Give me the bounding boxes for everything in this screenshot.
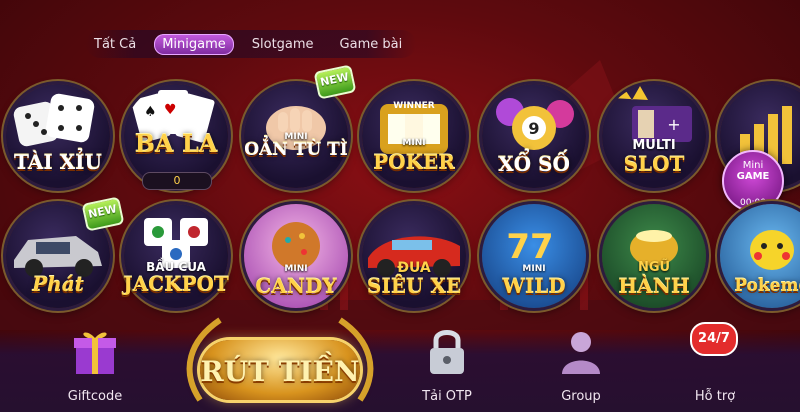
game-title: SLOT (623, 152, 685, 176)
game-title: CANDY (255, 274, 337, 298)
game-pokemon[interactable]: Pokemo (716, 200, 800, 312)
game-mini-label: MINI (284, 264, 308, 274)
game-title: JACKPOT (123, 272, 229, 296)
tab-all[interactable]: Tất Cả (86, 34, 144, 55)
game-title: WILD (502, 274, 566, 298)
svg-text:+: + (667, 115, 680, 134)
gift-icon (74, 332, 116, 374)
new-badge: NEW (313, 64, 357, 100)
game-mini-label: NGŨ (637, 260, 671, 275)
nav-label: Tải OTP (422, 389, 472, 404)
tab-slotgame[interactable]: Slotgame (244, 34, 322, 55)
nav-support[interactable]: Hỗ trợ (670, 322, 760, 410)
svg-text:WINNER: WINNER (393, 101, 434, 111)
nav-label: Giftcode (67, 389, 123, 404)
game-dua-sieu-xe[interactable]: ĐUA SIÊU XE (358, 200, 470, 312)
game-title: OẲN TÙ TÌ (244, 140, 348, 160)
game-title: HÀNH (618, 274, 690, 298)
category-tabs: Tất Cả Minigame Slotgame Game bài (86, 30, 416, 58)
game-title: BA LA (134, 129, 218, 158)
game-title: POKER (373, 150, 455, 174)
nav-group[interactable]: Group (536, 322, 626, 410)
lock-icon (430, 330, 464, 374)
game-ba-la[interactable]: ♥ ♠ BA LA 0 (120, 80, 232, 192)
game-xo-so[interactable]: 9 XỔ SỐ (478, 80, 590, 192)
user-group-icon (562, 332, 600, 374)
nav-label: Group (561, 389, 601, 404)
game-mini-candy[interactable]: MINI CANDY (240, 200, 352, 312)
game-bau-cua-jackpot[interactable]: BẦU CUA JACKPOT (120, 200, 232, 312)
game-oan-tu-ti[interactable]: MINI OẲN TÙ TÌ NEW (240, 64, 357, 192)
game-vin-phat[interactable]: Phát NEW (2, 196, 125, 312)
nav-label: Hỗ trợ (694, 389, 736, 404)
game-title: TÀI XỈU (14, 150, 102, 174)
game-title: SIÊU XE (366, 274, 462, 298)
new-badge: NEW (81, 196, 125, 232)
sevens-number: 77 (506, 227, 553, 267)
minigame-widget-line1: Mini (742, 160, 764, 171)
game-mini-wild[interactable]: 77 MINI WILD (478, 200, 590, 312)
game-multi-slot[interactable]: + MULTI SLOT (598, 80, 710, 192)
withdraw-button[interactable]: RÚT TIỀN (180, 300, 380, 412)
nav-otp[interactable]: Tải OTP (402, 322, 492, 410)
game-mini-label: MULTI (632, 138, 676, 153)
withdraw-label: RÚT TIỀN (200, 355, 360, 388)
svg-text:9: 9 (528, 119, 539, 138)
svg-text:♥: ♥ (164, 102, 177, 118)
svg-text:♠: ♠ (144, 104, 157, 120)
game-mini-label: MINI (522, 264, 546, 274)
game-mini-label: MINI (402, 138, 426, 148)
game-title: Pokemo (734, 276, 800, 296)
tab-card-games[interactable]: Game bài (332, 34, 411, 55)
tab-minigame[interactable]: Minigame (154, 33, 234, 55)
jackpot-counter: 0 (142, 172, 212, 190)
game-title: XỔ SỐ (498, 152, 570, 176)
game-mini-poker[interactable]: WINNER MINI POKER (358, 80, 470, 192)
game-ngu-hanh[interactable]: NGŨ HÀNH (598, 200, 710, 312)
nav-giftcode[interactable]: Giftcode (50, 322, 140, 410)
minigame-widget-line2: GAME (736, 171, 770, 182)
game-title: Phát (32, 272, 84, 296)
game-tai-xiu[interactable]: TÀI XỈU (2, 80, 114, 192)
